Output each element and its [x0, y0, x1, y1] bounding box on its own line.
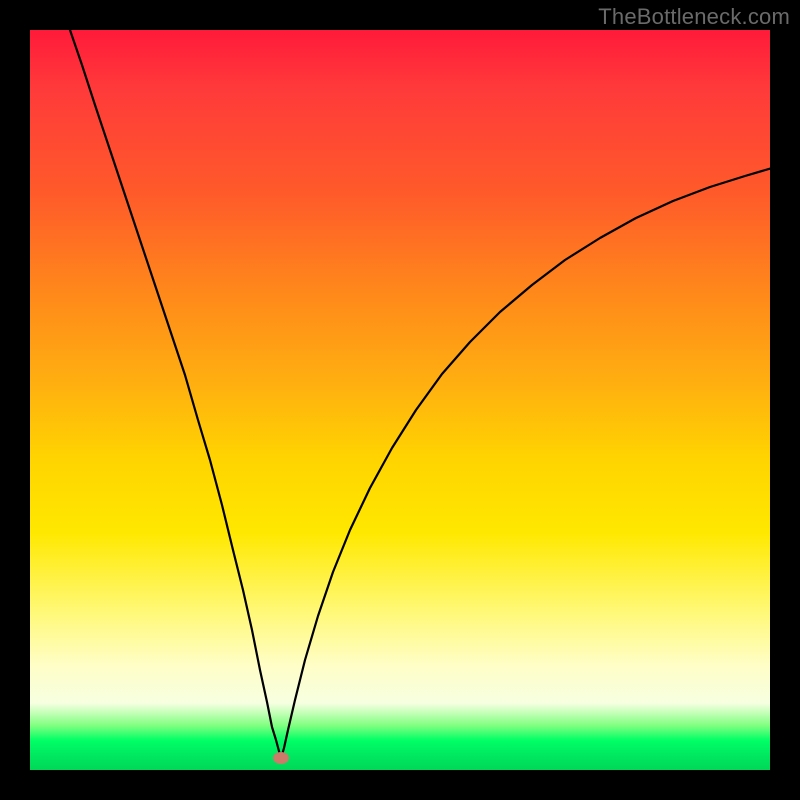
bottleneck-curve — [70, 30, 770, 757]
watermark-text: TheBottleneck.com — [598, 4, 790, 30]
curve-svg — [30, 30, 770, 770]
minimum-marker — [273, 752, 289, 764]
plot-area — [30, 30, 770, 770]
chart-frame: TheBottleneck.com — [0, 0, 800, 800]
